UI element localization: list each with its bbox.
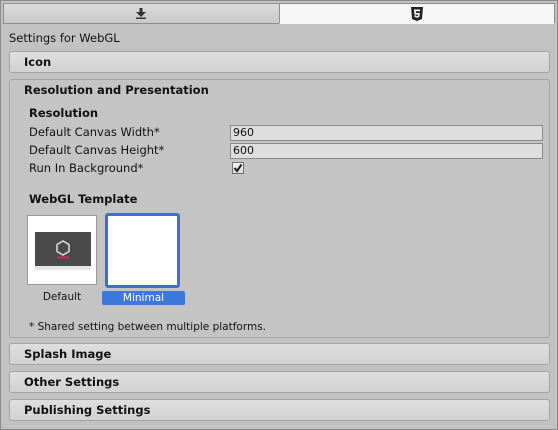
template-default-thumbnail[interactable] [27, 215, 97, 285]
webgl-tab[interactable] [278, 3, 555, 24]
template-footer-bar [35, 266, 91, 270]
section-resolution-header[interactable]: Resolution and Presentation [24, 83, 209, 97]
section-icon[interactable]: Icon [9, 51, 550, 73]
default-canvas-width-input[interactable]: 960 [230, 125, 543, 141]
download-arrow-icon [136, 8, 147, 19]
unity-logo-preview [35, 232, 91, 266]
resolution-subheader: Resolution [29, 106, 99, 120]
unity-logo-icon [56, 240, 70, 259]
section-splash-image[interactable]: Splash Image [9, 343, 550, 365]
platform-tabs [3, 3, 555, 24]
standalone-tab[interactable] [3, 3, 279, 24]
default-canvas-height-input[interactable]: 600 [230, 143, 543, 159]
settings-title: Settings for WebGL [9, 31, 120, 45]
template-minimal-thumbnail[interactable] [105, 213, 180, 288]
template-default-label[interactable]: Default [27, 291, 97, 303]
section-publishing-settings[interactable]: Publishing Settings [9, 399, 550, 421]
section-other-settings[interactable]: Other Settings [9, 371, 550, 393]
template-minimal-label[interactable]: Minimal [102, 291, 185, 305]
section-resolution-and-presentation: Resolution and Presentation Resolution D… [9, 79, 550, 338]
webgl-template-header: WebGL Template [29, 192, 138, 206]
player-settings-window: Settings for WebGL Icon Resolution and P… [0, 0, 558, 430]
checkmark-icon [233, 163, 243, 173]
shared-setting-footnote: * Shared setting between multiple platfo… [29, 321, 267, 333]
default-canvas-height-label: Default Canvas Height* [29, 143, 165, 157]
default-canvas-width-label: Default Canvas Width* [29, 125, 160, 139]
run-in-background-label: Run In Background* [29, 161, 144, 175]
run-in-background-checkbox[interactable] [232, 162, 244, 174]
html5-icon [410, 6, 423, 21]
